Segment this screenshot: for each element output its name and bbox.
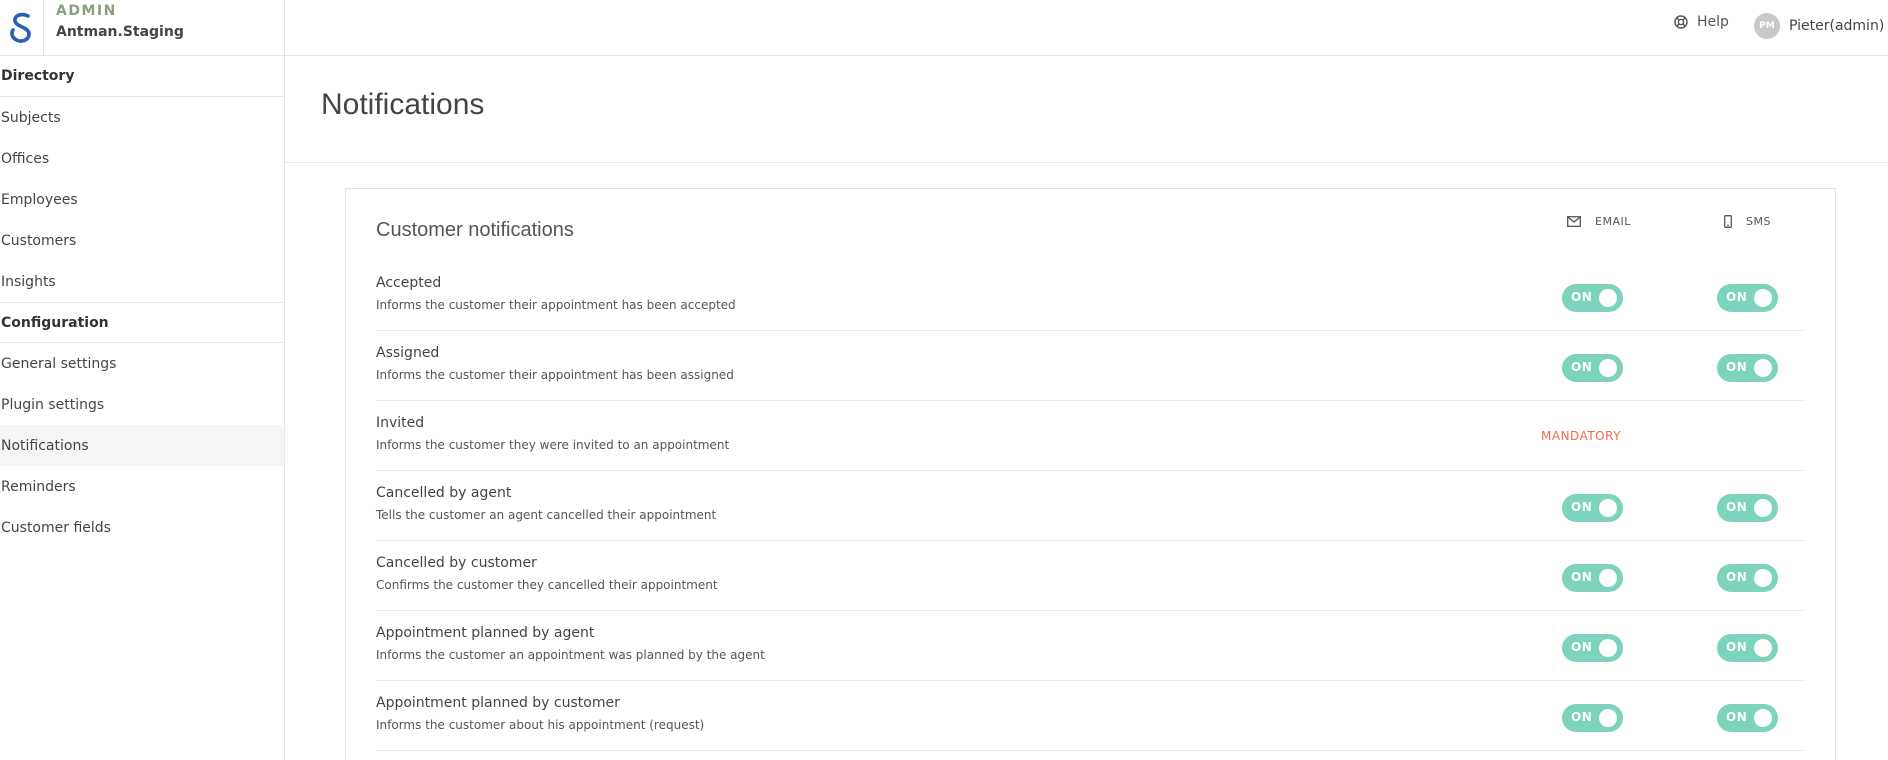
notification-title: Accepted (376, 275, 442, 291)
admin-label: ADMIN (56, 3, 117, 19)
sidebar-item-reminders[interactable]: Reminders (0, 466, 284, 507)
toggle-knob (1599, 709, 1617, 727)
sidebar-heading-directory: Directory (0, 56, 284, 97)
page-title: Notifications (321, 88, 485, 121)
sidebar-item-notifications[interactable]: Notifications (0, 425, 284, 466)
toggle-knob (1599, 569, 1617, 587)
toggle-label: ON (1571, 710, 1593, 724)
sidebar-item-offices[interactable]: Offices (0, 138, 284, 179)
brand-logo-icon (9, 12, 31, 43)
notification-title: Appointment planned by agent (376, 625, 595, 641)
user-name: Pieter(admin) (1789, 18, 1885, 34)
sms-toggle-assigned[interactable]: ON (1717, 354, 1778, 382)
toggle-knob (1599, 639, 1617, 657)
email-column-header: EMAIL (1567, 215, 1631, 228)
toggle-knob (1754, 709, 1772, 727)
sidebar-item-employees[interactable]: Employees (0, 179, 284, 220)
notification-description: Informs the customer their appointment h… (376, 298, 736, 312)
notification-row-planned-by-agent: Appointment planned by agent Informs the… (376, 611, 1806, 681)
toggle-label: ON (1726, 360, 1748, 374)
sidebar-item-customer-fields[interactable]: Customer fields (0, 507, 284, 548)
sidebar-item-subjects[interactable]: Subjects (0, 97, 284, 138)
toggle-label: ON (1571, 570, 1593, 584)
user-menu[interactable]: PM Pieter(admin) ▼ (1754, 13, 1888, 39)
email-toggle-planned-by-customer[interactable]: ON (1562, 704, 1623, 732)
email-toggle-cancelled-by-customer[interactable]: ON (1562, 564, 1623, 592)
sms-column-header: SMS (1724, 215, 1771, 228)
notification-description: Informs the customer they were invited t… (376, 438, 730, 452)
toggle-knob (1754, 359, 1772, 377)
header-divider (284, 0, 285, 56)
toggle-knob (1754, 569, 1772, 587)
customer-notifications-card: Customer notifications EMAIL SMS Accepte… (345, 188, 1836, 760)
email-column-label: EMAIL (1595, 215, 1631, 228)
toggle-label: ON (1571, 290, 1593, 304)
toggle-knob (1599, 499, 1617, 517)
sidebar-heading-configuration: Configuration (0, 302, 284, 343)
toggle-knob (1754, 639, 1772, 657)
notification-title: Assigned (376, 345, 440, 361)
toggle-knob (1599, 359, 1617, 377)
top-bar: ADMIN Antman.Staging Help PM Pieter(admi… (0, 0, 1888, 56)
card-title: Customer notifications (376, 219, 574, 241)
sidebar-item-insights[interactable]: Insights (0, 261, 284, 302)
sidebar-item-customers[interactable]: Customers (0, 220, 284, 261)
sidebar-item-plugin-settings[interactable]: Plugin settings (0, 384, 284, 425)
sms-toggle-planned-by-customer[interactable]: ON (1717, 704, 1778, 732)
logo[interactable] (0, 0, 44, 56)
toggle-label: ON (1726, 290, 1748, 304)
toggle-knob (1599, 289, 1617, 307)
notification-row-accepted: Accepted Informs the customer their appo… (376, 261, 1806, 331)
avatar: PM (1754, 13, 1780, 39)
toggle-label: ON (1571, 640, 1593, 654)
sms-toggle-cancelled-by-customer[interactable]: ON (1717, 564, 1778, 592)
notification-description: Informs the customer an appointment was … (376, 648, 765, 662)
sms-toggle-planned-by-agent[interactable]: ON (1717, 634, 1778, 662)
notification-list: Accepted Informs the customer their appo… (376, 261, 1806, 751)
notification-row-cancelled-by-customer: Cancelled by customer Confirms the custo… (376, 541, 1806, 611)
toggle-label: ON (1726, 640, 1748, 654)
mandatory-badge: MANDATORY (1541, 429, 1622, 443)
notification-title: Cancelled by customer (376, 555, 537, 571)
toggle-label: ON (1726, 500, 1748, 514)
notification-row-assigned: Assigned Informs the customer their appo… (376, 331, 1806, 401)
help-label: Help (1697, 14, 1729, 30)
sms-column-label: SMS (1746, 215, 1771, 228)
sms-toggle-accepted[interactable]: ON (1717, 284, 1778, 312)
email-toggle-assigned[interactable]: ON (1562, 354, 1623, 382)
notification-title: Invited (376, 415, 425, 431)
notification-title: Appointment planned by customer (376, 695, 620, 711)
notification-description: Informs the customer about his appointme… (376, 718, 705, 732)
help-link[interactable]: Help (1674, 14, 1729, 30)
toggle-label: ON (1571, 500, 1593, 514)
sidebar: Directory Subjects Offices Employees Cus… (0, 56, 285, 760)
toggle-label: ON (1726, 570, 1748, 584)
envelope-icon (1567, 216, 1581, 227)
notification-description: Confirms the customer they cancelled the… (376, 578, 718, 592)
sidebar-item-general-settings[interactable]: General settings (0, 343, 284, 384)
notification-row-cancelled-by-agent: Cancelled by agent Tells the customer an… (376, 471, 1806, 541)
notification-row-planned-by-customer: Appointment planned by customer Informs … (376, 681, 1806, 751)
notification-row-invited: Invited Informs the customer they were i… (376, 401, 1806, 471)
email-toggle-planned-by-agent[interactable]: ON (1562, 634, 1623, 662)
email-toggle-cancelled-by-agent[interactable]: ON (1562, 494, 1623, 522)
notification-title: Cancelled by agent (376, 485, 512, 501)
page-header: Notifications (285, 56, 1888, 163)
notification-description: Tells the customer an agent cancelled th… (376, 508, 717, 522)
toggle-knob (1754, 289, 1772, 307)
brand-block: ADMIN Antman.Staging (56, 3, 184, 40)
lifebuoy-icon (1674, 15, 1688, 29)
org-name: Antman.Staging (56, 24, 184, 40)
main-content: Notifications Customer notifications EMA… (285, 56, 1888, 760)
notification-description: Informs the customer their appointment h… (376, 368, 734, 382)
email-toggle-accepted[interactable]: ON (1562, 284, 1623, 312)
mobile-phone-icon (1724, 215, 1732, 228)
toggle-label: ON (1571, 360, 1593, 374)
toggle-label: ON (1726, 710, 1748, 724)
toggle-knob (1754, 499, 1772, 517)
sms-toggle-cancelled-by-agent[interactable]: ON (1717, 494, 1778, 522)
